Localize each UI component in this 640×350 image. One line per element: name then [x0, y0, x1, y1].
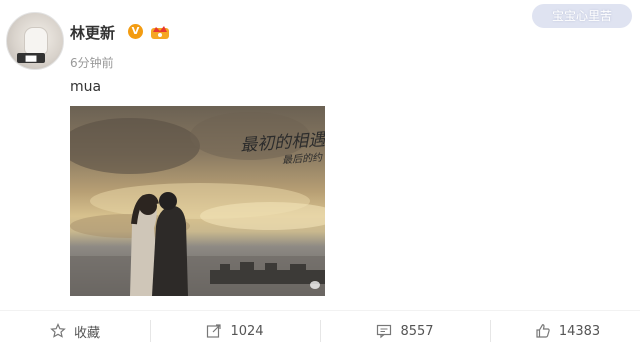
- comment-button[interactable]: 8557: [330, 318, 480, 344]
- avatar-tag: ▆▆: [17, 53, 45, 63]
- favorite-label: 收藏: [73, 325, 100, 341]
- photo-caption-line2: 最后的约: [281, 152, 323, 167]
- avatar[interactable]: ▆▆: [6, 12, 64, 70]
- watermark: 宝宝心里苦: [532, 4, 632, 28]
- favorite-button[interactable]: 收藏: [0, 318, 150, 344]
- post-time[interactable]: 6分钟前: [70, 54, 114, 71]
- verified-badge-icon: V: [128, 24, 143, 39]
- post-photo[interactable]: 最初的相遇 最后的约: [70, 106, 325, 296]
- comment-icon: [377, 324, 392, 339]
- comment-count: 8557: [400, 323, 434, 339]
- share-icon: [207, 324, 222, 338]
- like-button[interactable]: 14383: [495, 318, 640, 344]
- action-bar: 收藏 1024 8557 14383: [0, 318, 640, 344]
- weibo-watermark-icon: [310, 281, 320, 289]
- share-count: 1024: [230, 323, 264, 339]
- separator: [490, 320, 491, 342]
- separator: [320, 320, 321, 342]
- like-count: 14383: [558, 323, 601, 339]
- share-button[interactable]: 1024: [160, 318, 310, 344]
- like-icon: [536, 324, 550, 338]
- weibo-post: ▆▆ 林更新 V 6分钟前 宝宝心里苦 mua 最初的相遇 最后的约 收藏 10…: [0, 0, 640, 350]
- star-icon: [50, 323, 66, 338]
- avatar-figure: [24, 27, 48, 55]
- separator: [150, 320, 151, 342]
- post-text: mua: [70, 79, 102, 95]
- member-crown-icon: [151, 26, 169, 39]
- divider: [0, 310, 640, 311]
- user-name[interactable]: 林更新: [70, 22, 115, 43]
